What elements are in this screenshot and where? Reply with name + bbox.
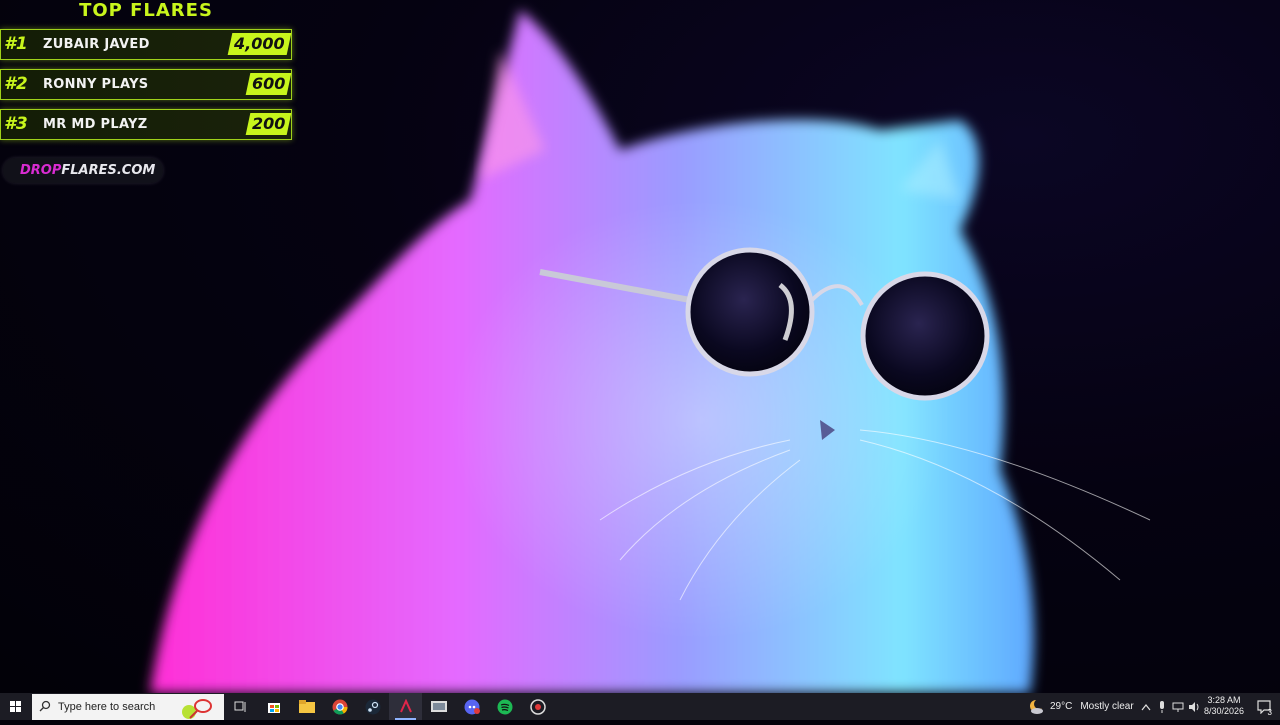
system-tray: [1138, 693, 1202, 720]
leader-name: MR MD PLAYZ: [43, 117, 148, 132]
leader-rank: #2: [4, 74, 28, 94]
taskbar: Type here to search 29°C Mostly clear 3:…: [0, 693, 1280, 720]
dropflares-brand: DROPFLARES.COM: [20, 163, 156, 178]
top-flares-title: TOP FLARES: [79, 0, 213, 21]
notification-center-button[interactable]: 3: [1250, 693, 1280, 720]
leader-amount: 200: [245, 113, 292, 135]
start-button[interactable]: [0, 693, 32, 720]
clock-time: 3:28 AM: [1207, 695, 1241, 705]
leader-row-3: #3 MR MD PLAYZ 200: [0, 109, 292, 140]
spotify-icon[interactable]: [488, 693, 521, 720]
volume-icon[interactable]: [1186, 701, 1202, 712]
desktop-wallpaper: [0, 0, 1280, 693]
windows-icon: [10, 701, 21, 712]
search-highlight-icon: [182, 699, 212, 719]
recorder-icon[interactable]: [521, 693, 554, 720]
file-explorer-icon[interactable]: [290, 693, 323, 720]
weather-widget[interactable]: 29°C Mostly clear: [1028, 693, 1134, 720]
leader-rank: #3: [4, 114, 28, 134]
steam-icon[interactable]: [356, 693, 389, 720]
microphone-icon[interactable]: [1154, 700, 1170, 713]
notification-count: 3: [1267, 708, 1272, 717]
dropflares-badge: DROPFLARES.COM: [3, 158, 163, 183]
moon-cloud-icon: [1030, 698, 1044, 714]
taskbar-search-box[interactable]: Type here to search: [32, 694, 224, 720]
chevron-up-icon[interactable]: [1138, 703, 1154, 711]
photos-icon[interactable]: [422, 693, 455, 720]
app-red-icon[interactable]: [389, 693, 422, 720]
leader-amount: 600: [245, 73, 292, 95]
leader-name: RONNY PLAYS: [43, 77, 149, 92]
taskbar-clock[interactable]: 3:28 AM 8/30/2026: [1202, 695, 1246, 717]
search-icon: [39, 700, 51, 712]
leader-amount: 4,000: [228, 33, 292, 55]
leader-name: ZUBAIR JAVED: [43, 37, 150, 52]
store-icon[interactable]: [257, 693, 290, 720]
search-placeholder: Type here to search: [58, 701, 156, 713]
weather-temperature: 29°C: [1050, 701, 1073, 712]
leader-row-1: #1 ZUBAIR JAVED 4,000: [0, 29, 292, 60]
task-view-icon[interactable]: [224, 693, 257, 720]
discord-icon[interactable]: [455, 693, 488, 720]
leader-row-2: #2 RONNY PLAYS 600: [0, 69, 292, 100]
weather-condition: Mostly clear: [1080, 701, 1134, 712]
cat-wallpaper-image: [150, 10, 1151, 693]
leader-rank: #1: [4, 34, 28, 54]
chrome-icon[interactable]: [323, 693, 356, 720]
clock-date: 8/30/2026: [1203, 706, 1245, 716]
network-icon[interactable]: [1170, 702, 1186, 712]
